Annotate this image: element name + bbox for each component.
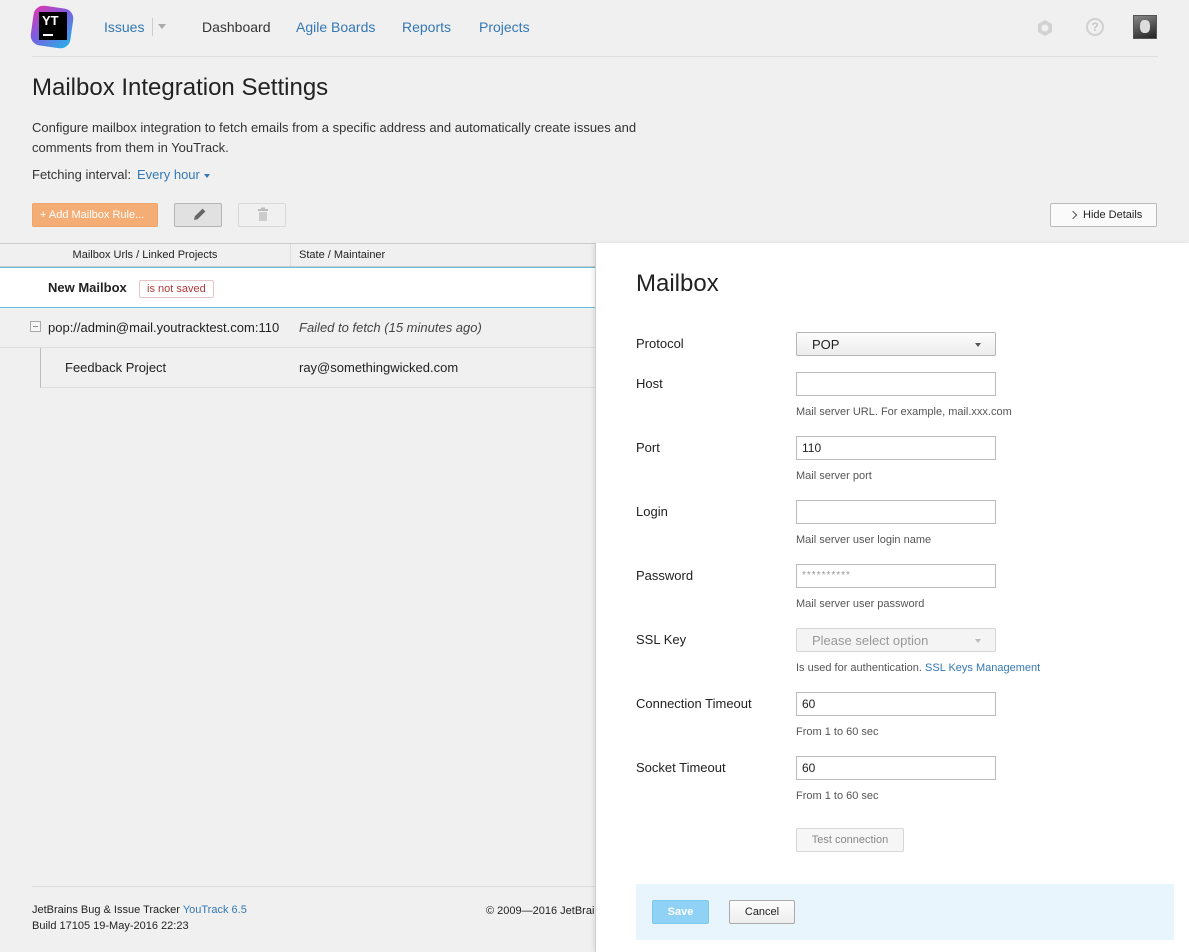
trash-icon: [258, 207, 268, 221]
nav-reports[interactable]: Reports: [402, 19, 451, 35]
nav-agile-boards[interactable]: Agile Boards: [296, 19, 375, 35]
youtrack-logo[interactable]: YT: [29, 4, 75, 50]
add-mailbox-rule-button[interactable]: + Add Mailbox Rule...: [32, 203, 158, 227]
password-input[interactable]: **********: [796, 564, 996, 588]
page-title: Mailbox Integration Settings: [32, 74, 329, 101]
logo-underscore: [43, 34, 53, 36]
help-icon[interactable]: ?: [1086, 18, 1104, 36]
user-avatar[interactable]: [1133, 15, 1157, 39]
fetching-interval-dropdown[interactable]: Every hour: [137, 167, 200, 182]
mailbox-details-panel: Mailbox Protocol POP Host Mail server UR…: [595, 243, 1189, 952]
avatar-face: [1140, 20, 1150, 33]
login-input[interactable]: [796, 500, 996, 524]
cancel-button[interactable]: Cancel: [729, 900, 795, 924]
socket-timeout-hint: From 1 to 60 sec: [796, 790, 879, 802]
protocol-value: POP: [812, 337, 840, 352]
column-divider: [290, 244, 291, 266]
logo-text: YT: [42, 13, 59, 28]
ssl-key-hint: Is used for authentication. SSL Keys Man…: [796, 662, 1040, 674]
delete-button[interactable]: [238, 203, 286, 227]
settings-gear-icon[interactable]: [1036, 19, 1054, 37]
save-button[interactable]: Save: [652, 900, 709, 924]
logo-mark: YT: [39, 12, 67, 40]
footer-build: Build 17105 19-May-2016 22:23: [32, 920, 189, 932]
page-description: Configure mailbox integration to fetch e…: [32, 120, 637, 155]
host-label: Host: [636, 376, 663, 391]
nav-dashboard[interactable]: Dashboard: [202, 19, 271, 35]
ssl-key-placeholder: Please select option: [812, 633, 929, 648]
port-label: Port: [636, 440, 660, 455]
chevron-down-icon: [975, 639, 981, 643]
mailbox-url: pop://admin@mail.youtracktest.com:110: [48, 320, 280, 335]
chevron-down-icon: [975, 343, 981, 347]
port-hint: Mail server port: [796, 470, 872, 482]
protocol-select[interactable]: POP: [796, 332, 996, 356]
nav-divider: [152, 18, 153, 36]
port-input[interactable]: 110: [796, 436, 996, 460]
login-label: Login: [636, 504, 668, 519]
footer-copyright: © 2009—2016 JetBrains: [486, 905, 595, 917]
new-mailbox-name: New Mailbox: [48, 280, 127, 295]
edit-button[interactable]: [174, 203, 222, 227]
ssl-key-hint-text: Is used for authentication.: [796, 662, 926, 674]
project-maintainer: ray@somethingwicked.com: [299, 360, 459, 375]
mailbox-table-header: Mailbox Urls / Linked Projects State / M…: [0, 243, 595, 267]
table-row-mailbox[interactable]: pop://admin@mail.youtracktest.com:110 Fa…: [0, 308, 595, 348]
mailbox-state: Failed to fetch (15 minutes ago): [299, 320, 482, 335]
ssl-key-label: SSL Key: [636, 632, 687, 647]
host-hint: Mail server URL. For example, mail.xxx.c…: [796, 406, 1012, 418]
footer-tracker-text: JetBrains Bug & Issue Tracker: [32, 904, 183, 916]
linked-project-name: Feedback Project: [65, 360, 167, 375]
host-input[interactable]: [796, 372, 996, 396]
protocol-label: Protocol: [636, 336, 684, 351]
nav-issues[interactable]: Issues: [104, 19, 144, 35]
top-navigation-bar: YT Issues Dashboard Agile Boards Reports…: [0, 0, 1189, 56]
header-divider: [32, 56, 1158, 57]
hide-details-button[interactable]: Hide Details: [1050, 203, 1157, 227]
socket-timeout-label: Socket Timeout: [636, 760, 726, 775]
fetching-interval-label: Fetching interval:: [32, 167, 131, 182]
column-header-state[interactable]: State / Maintainer: [299, 249, 385, 261]
connection-timeout-label: Connection Timeout: [636, 696, 752, 711]
pencil-icon: [194, 208, 206, 220]
password-label: Password: [636, 568, 694, 583]
ssl-key-select[interactable]: Please select option: [796, 628, 996, 652]
not-saved-badge: is not saved: [139, 280, 214, 298]
ssl-keys-management-link[interactable]: SSL Keys Management: [925, 662, 1040, 674]
panel-title: Mailbox: [636, 270, 719, 297]
table-row-new-mailbox[interactable]: New Mailbox is not saved: [0, 267, 595, 308]
login-hint: Mail server user login name: [796, 534, 932, 546]
socket-timeout-input[interactable]: 60: [796, 756, 996, 780]
footer-divider: [32, 886, 595, 887]
column-header-urls[interactable]: Mailbox Urls / Linked Projects: [0, 249, 290, 261]
panel-action-bar: Save Cancel: [636, 884, 1174, 940]
chevron-right-icon: [1068, 210, 1078, 220]
fetching-interval: Fetching interval: Every hour: [32, 167, 210, 182]
hide-details-label: Hide Details: [1083, 209, 1143, 221]
password-hint: Mail server user password: [796, 598, 925, 610]
collapse-toggle-icon[interactable]: [30, 321, 41, 332]
footer-tracker-line: JetBrains Bug & Issue Tracker YouTrack 6…: [32, 904, 247, 916]
connection-timeout-input[interactable]: 60: [796, 692, 996, 716]
test-connection-button[interactable]: Test connection: [796, 828, 904, 852]
fetching-interval-caret-icon[interactable]: [203, 173, 210, 178]
connection-timeout-hint: From 1 to 60 sec: [796, 726, 879, 738]
table-row-linked-project[interactable]: Feedback Project ray@somethingwicked.com: [40, 348, 595, 388]
footer-version-link[interactable]: YouTrack 6.5: [183, 904, 247, 916]
issues-dropdown-icon[interactable]: [158, 24, 166, 29]
nav-projects[interactable]: Projects: [479, 19, 530, 35]
